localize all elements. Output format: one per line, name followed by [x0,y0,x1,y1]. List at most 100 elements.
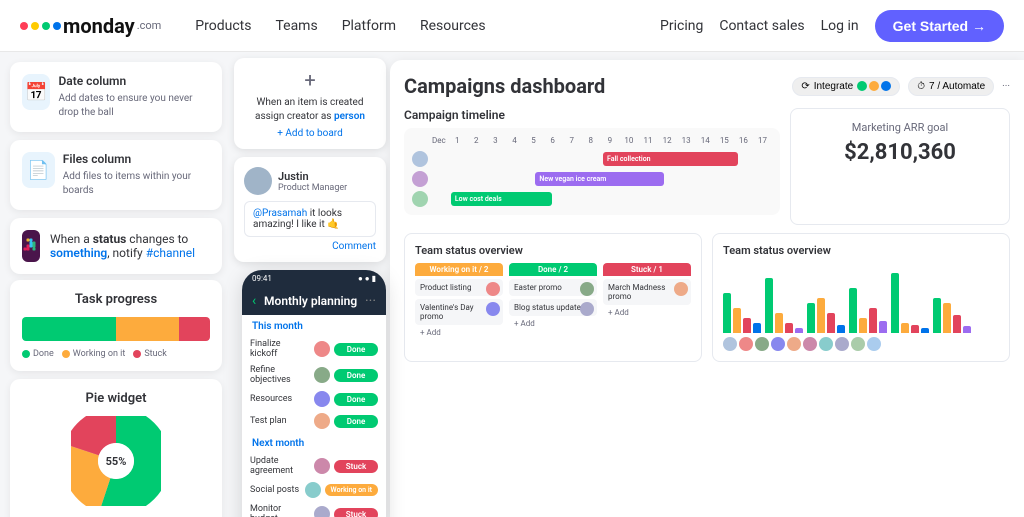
automate-button[interactable]: ⏱ 7 / Automate [908,77,994,96]
kanban-add-button[interactable]: + Add [509,316,597,331]
bar [933,298,941,333]
next-month-rows: Update agreement Stuck Social posts Work… [242,453,386,517]
nav-resources[interactable]: Resources [410,12,496,40]
legend-dot-stuck [133,350,141,358]
timeline-bar-fall: Fall collection [603,152,738,166]
kanban-item[interactable]: Easter promo [509,279,597,296]
list-item: Refine objectives Done [242,362,386,388]
bar [827,313,835,333]
timeline-rows: Fall collection New vegan ice cream [412,151,772,207]
phone-status-bar: 09:41 ● ● ▮ [242,270,386,287]
dashboard-controls: ⟳ Integrate ⏱ 7 / Automate ··· [792,77,1010,96]
bar [911,325,919,333]
kanban-item[interactable]: March Madness promo [603,279,691,305]
navbar: monday .com Products Teams Platform Reso… [0,0,1024,52]
dot-yellow [31,22,39,30]
date-card-title: Date column [58,74,210,88]
list-item: Finalize kickoff Done [242,336,386,362]
bar [859,318,867,333]
nav-login[interactable]: Log in [821,18,859,34]
dashboard-header: Campaigns dashboard ⟳ Integrate ⏱ 7 / Au… [404,74,1010,98]
back-arrow-icon[interactable]: ‹ [252,293,256,309]
dot-red [20,22,28,30]
kanban-item[interactable]: Blog status update [509,299,597,316]
avatar [305,482,321,498]
list-item: Update agreement Stuck [242,453,386,479]
content-area: 📅 Date column Add dates to ensure you ne… [0,52,1024,517]
bar [807,303,815,333]
dashboard-panel: Campaigns dashboard ⟳ Integrate ⏱ 7 / Au… [390,60,1024,517]
notif-role: Product Manager [278,183,347,193]
status-automation-card: When a status changes to something, noti… [10,218,222,274]
timeline-avatar [412,191,428,207]
nav-right: Pricing Contact sales Log in Get Started… [660,10,1004,42]
left-cards-panel: 📅 Date column Add dates to ensure you ne… [0,52,230,517]
timeline-dates: Dec 1 2 3 4 5 6 7 8 9 10 11 12 [412,136,772,145]
nav-products[interactable]: Products [185,12,261,40]
integrate-button[interactable]: ⟳ Integrate [792,77,900,96]
timeline-title: Campaign timeline [404,108,780,122]
list-item: Monitor budget Stuck [242,501,386,517]
bar [953,315,961,333]
dot-green [42,22,50,30]
date-column-card: 📅 Date column Add dates to ensure you ne… [10,62,222,132]
arr-label: Marketing ARR goal [803,121,997,134]
list-item: Social posts Working on it [242,479,386,501]
timeline-bar-area: Low cost deals [434,192,772,206]
phone-column: + When an item is created assign creator… [230,52,390,517]
date-icon: 📅 [22,74,50,110]
phone-header: ‹ Monthly planning ··· [242,287,386,315]
team-status-kanban: Team status overview Working on it / 2 P… [404,233,702,362]
avatar [314,458,330,474]
legend-working: Working on it [62,349,126,359]
kanban-add-button[interactable]: + Add [415,325,503,340]
add-to-board-link[interactable]: + Add to board [244,128,376,139]
bar [901,323,909,333]
bar-group [933,298,971,333]
nav-pricing[interactable]: Pricing [660,18,703,34]
nav-contact-sales[interactable]: Contact sales [719,18,804,34]
kanban-item-avatar [674,282,688,296]
next-month-label: Next month [242,432,386,453]
dot-blue [53,22,61,30]
kanban-item[interactable]: Valentine's Day promo [415,299,503,325]
avatar [835,337,849,351]
bar [963,326,971,333]
timeline-avatar [412,151,428,167]
plus-icon: + [244,68,376,92]
kanban-item-avatar [486,302,500,316]
notif-bubble: @Prasamah it looks amazing! I like it 🤙 [244,201,376,237]
nav-teams[interactable]: Teams [265,12,327,40]
nav-platform[interactable]: Platform [332,12,406,40]
arr-card: Marketing ARR goal $2,810,360 [790,108,1010,225]
bar [733,308,741,333]
notification-card: Justin Product Manager @Prasamah it look… [234,157,386,262]
legend-dot-done [22,350,30,358]
bar [817,298,825,333]
bar [723,293,731,333]
bar [879,321,887,333]
dashboard-title: Campaigns dashboard [404,74,605,98]
kanban-item[interactable]: Product listing [415,279,503,296]
phone-menu-icon[interactable]: ··· [365,293,376,309]
logo[interactable]: monday .com [20,14,161,38]
notif-mention: @Prasamah [253,208,307,219]
legend-done: Done [22,349,54,359]
progress-bar [22,317,210,341]
avatar [771,337,785,351]
kanban-add-button[interactable]: + Add [603,305,691,320]
files-icon: 📄 [22,152,55,188]
slack-icon [22,230,40,262]
notif-avatar [244,167,272,195]
pie-widget-card: Pie widget 55% [10,379,222,517]
comment-link[interactable]: Comment [244,241,376,252]
notif-header: Justin Product Manager [244,167,376,195]
avatar [739,337,753,351]
progress-done [22,317,116,341]
timeline-wrapper: Dec 1 2 3 4 5 6 7 8 9 10 11 12 [404,128,780,215]
svg-text:55%: 55% [106,455,127,468]
get-started-button[interactable]: Get Started → [875,10,1004,42]
timeline-section: Campaign timeline Dec 1 2 3 4 5 6 7 8 [404,108,780,215]
more-options-icon[interactable]: ··· [1002,81,1010,92]
arr-value: $2,810,360 [803,140,997,165]
